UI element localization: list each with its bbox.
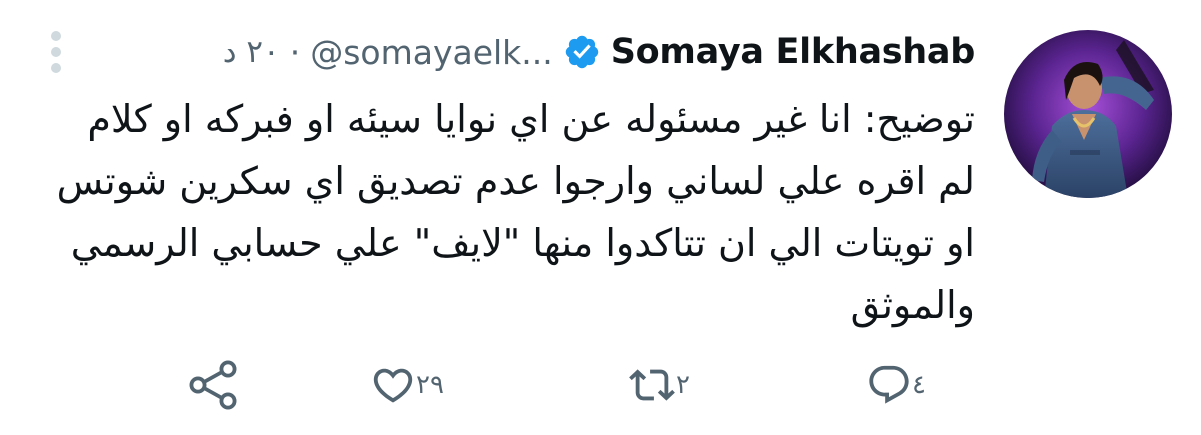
like-button[interactable]: ٢٩ (370, 355, 456, 415)
verified-badge-icon (563, 33, 601, 71)
display-name[interactable]: Somaya Elkhashab (611, 32, 976, 72)
avatar-image (1004, 30, 1172, 198)
retweet-button[interactable]: ٢ (628, 355, 702, 415)
share-button[interactable] (186, 355, 242, 415)
more-vertical-icon[interactable] (48, 30, 64, 74)
retweet-count: ٢ (676, 370, 690, 400)
reply-icon (866, 362, 912, 408)
retweet-icon (628, 362, 676, 408)
share-icon (186, 360, 242, 410)
avatar[interactable] (1004, 30, 1172, 198)
reply-count: ٤ (912, 370, 926, 400)
tweet-header: Somaya Elkhashab @somayaelk... · ٢٠ د (223, 22, 976, 82)
handle[interactable]: @somayaelk... (310, 33, 553, 72)
tweet-text: توضيح: انا غير مسئوله عن اي نوايا سيئه ا… (56, 97, 975, 327)
tweet-card[interactable]: Somaya Elkhashab @somayaelk... · ٢٠ د تو… (0, 0, 1201, 435)
like-count: ٢٩ (416, 370, 444, 400)
separator-dot: · (289, 32, 301, 72)
tweet-actions: ٤ ٢ ٢٩ (0, 355, 1201, 415)
heart-icon (370, 362, 416, 408)
timestamp[interactable]: ٢٠ د (223, 34, 280, 70)
reply-button[interactable]: ٤ (866, 355, 938, 415)
